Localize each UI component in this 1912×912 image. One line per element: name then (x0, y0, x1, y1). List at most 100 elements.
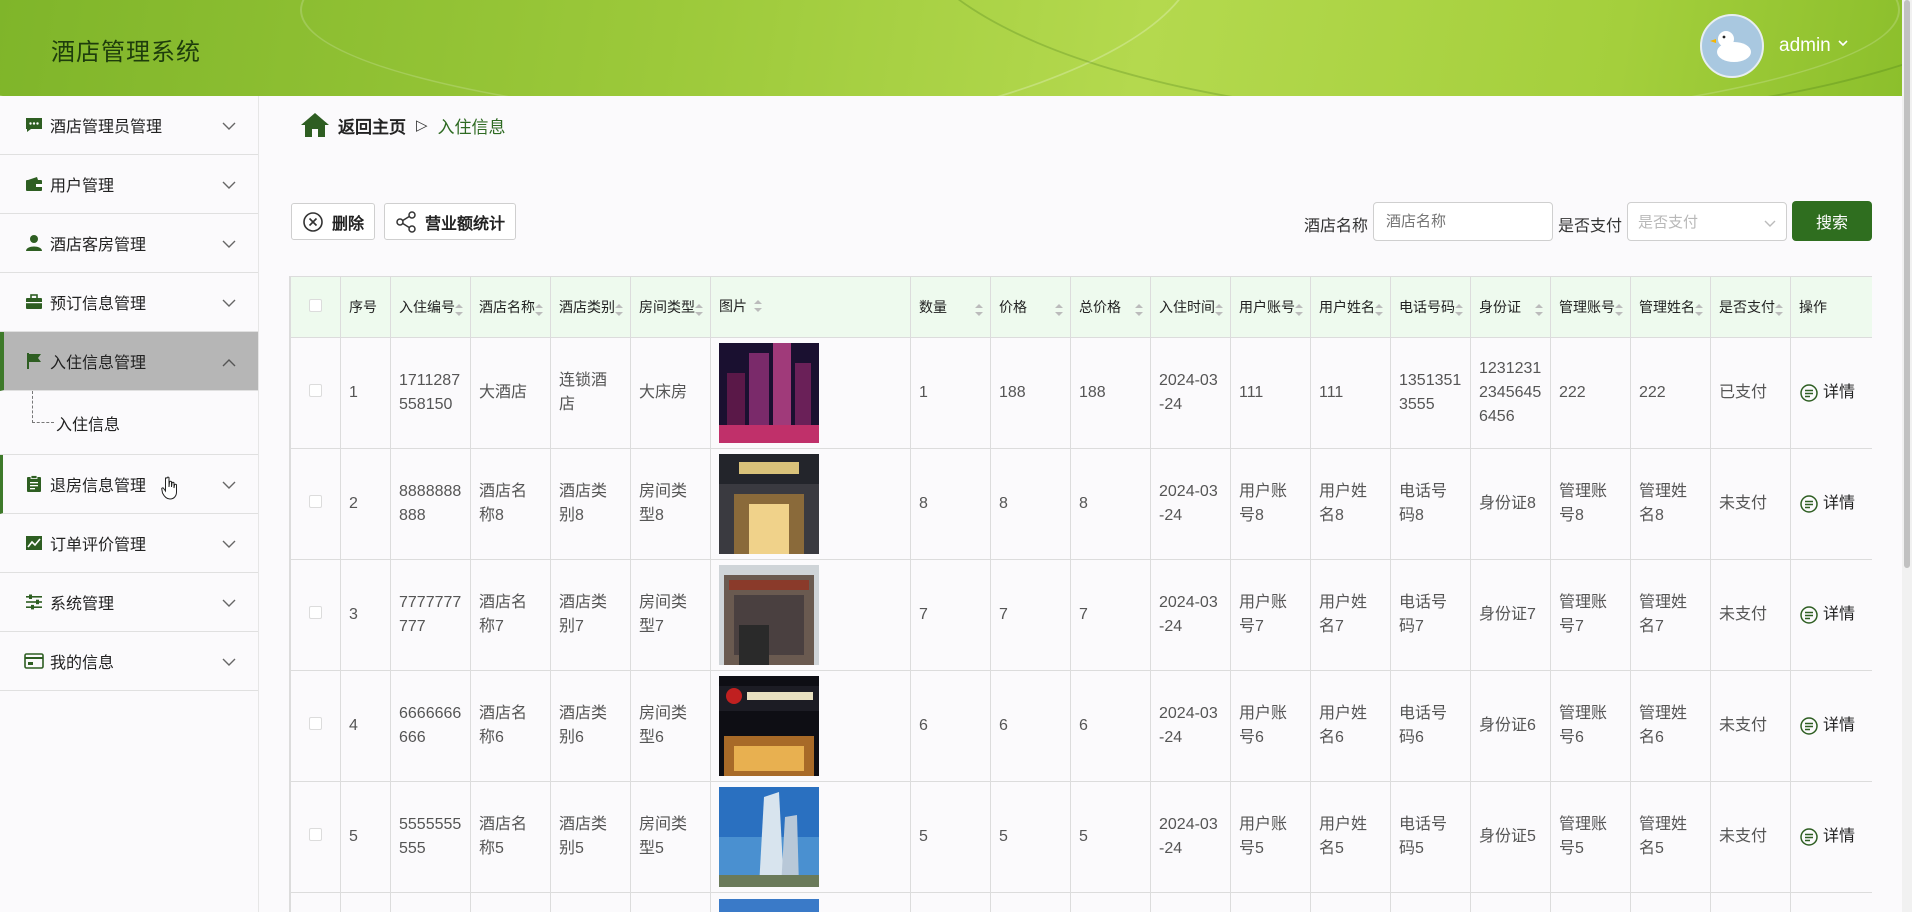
sidebar-item-my-info[interactable]: 我的信息 (0, 632, 258, 691)
cell-category: 连锁酒店 (550, 337, 631, 449)
select-all-checkbox-cell[interactable] (290, 276, 341, 338)
sort-icon[interactable] (694, 301, 704, 323)
sort-icon[interactable] (753, 297, 763, 319)
table-row[interactable]: 4 6666666666 酒店名称6 酒店类别6 房间类型6 6 6 6 202… (290, 670, 1872, 782)
detail-button[interactable]: 详情 (1799, 714, 1866, 738)
column-header[interactable]: 身份证 (1470, 276, 1551, 338)
table-row[interactable]: 3 7777777777 酒店名称7 酒店类别7 房间类型7 7 7 7 202… (290, 559, 1872, 671)
sidebar-item-system[interactable]: 系统管理 (0, 573, 258, 632)
column-header[interactable]: 入住时间 (1150, 276, 1231, 338)
column-header[interactable]: 酒店类别 (550, 276, 631, 338)
sort-icon[interactable] (1374, 301, 1384, 323)
row-checkbox-cell[interactable] (290, 670, 341, 782)
sort-icon[interactable] (1054, 301, 1064, 323)
table-row[interactable] (290, 892, 1872, 912)
sort-icon[interactable] (614, 301, 624, 323)
column-header[interactable]: 用户账号 (1230, 276, 1311, 338)
column-header[interactable]: 电话号码 (1390, 276, 1471, 338)
cell-user-name: 用户姓名8 (1310, 448, 1391, 560)
column-header[interactable]: 是否支付 (1710, 276, 1791, 338)
cell-phone: 电话号码8 (1390, 448, 1471, 560)
chevron-down-icon[interactable] (1838, 36, 1848, 50)
paid-status-select[interactable]: 是否支付 (1627, 202, 1787, 241)
column-header[interactable]: 用户姓名 (1310, 276, 1391, 338)
row-checkbox-cell[interactable] (290, 892, 341, 912)
row-checkbox-cell[interactable] (290, 559, 341, 671)
row-checkbox-cell[interactable] (290, 448, 341, 560)
close-circle-icon (303, 211, 323, 232)
row-checkbox[interactable] (309, 828, 322, 841)
row-checkbox[interactable] (309, 717, 322, 730)
row-checkbox-cell[interactable] (290, 337, 341, 449)
sidebar-item-bookings[interactable]: 预订信息管理 (0, 273, 258, 332)
sidebar-item-label: 预订信息管理 (50, 296, 147, 313)
column-header[interactable]: 价格 (990, 276, 1071, 338)
detail-button[interactable]: 详情 (1799, 825, 1866, 849)
detail-button[interactable]: 详情 (1799, 381, 1866, 405)
column-header[interactable]: 管理姓名 (1630, 276, 1711, 338)
column-header-label: 电话号码 (1399, 299, 1455, 315)
hotel-photo[interactable] (719, 899, 819, 912)
sort-icon[interactable] (1694, 301, 1704, 323)
sidebar-item-hotel-admin[interactable]: 酒店管理员管理 (0, 96, 258, 155)
column-header[interactable]: 酒店名称 (470, 276, 551, 338)
sidebar-item-checkin[interactable]: 入住信息管理 (0, 332, 258, 391)
cell-time: 2024-03-24 (1150, 781, 1231, 893)
avatar[interactable] (1700, 14, 1764, 78)
hotel-photo[interactable] (719, 787, 819, 887)
sidebar-item-checkout[interactable]: 退房信息管理 (0, 455, 258, 514)
hotel-photo[interactable] (719, 454, 819, 554)
detail-icon (1800, 384, 1818, 402)
sort-icon[interactable] (1134, 301, 1144, 323)
row-checkbox-cell[interactable] (290, 781, 341, 893)
breadcrumb-home-link[interactable]: 返回主页 (338, 113, 406, 138)
row-checkbox[interactable] (309, 606, 322, 619)
sort-icon[interactable] (1214, 301, 1224, 323)
column-header[interactable]: 入住编号 (390, 276, 471, 338)
sort-icon[interactable] (534, 301, 544, 323)
detail-label: 详情 (1823, 384, 1856, 401)
sort-icon[interactable] (1774, 301, 1784, 323)
home-icon[interactable] (300, 112, 330, 138)
sort-icon[interactable] (454, 301, 464, 323)
sort-icon[interactable] (1614, 301, 1624, 323)
sort-icon[interactable] (1454, 301, 1464, 323)
column-header[interactable]: 总价格 (1070, 276, 1151, 338)
cell-total: 5 (1070, 781, 1151, 893)
sort-icon[interactable] (1534, 301, 1544, 323)
row-checkbox[interactable] (309, 495, 322, 508)
select-all-checkbox[interactable] (309, 299, 322, 312)
hotel-photo[interactable] (719, 676, 819, 776)
detail-label: 详情 (1823, 717, 1856, 734)
sidebar-subitem-checkin-info[interactable]: 入住信息 (0, 391, 258, 455)
page-scrollbar[interactable] (1902, 0, 1912, 912)
delete-button[interactable]: 删除 (291, 203, 376, 240)
hotel-photo[interactable] (719, 343, 819, 443)
clipboard-icon (24, 474, 44, 494)
detail-button[interactable]: 详情 (1799, 603, 1866, 627)
sliders-icon (24, 592, 44, 612)
sidebar-item-rooms[interactable]: 酒店客房管理 (0, 214, 258, 273)
search-button[interactable]: 搜索 (1792, 201, 1872, 241)
cell-time: 2024-03-24 (1150, 670, 1231, 782)
column-header-label: 用户姓名 (1319, 299, 1375, 315)
column-header[interactable]: 图片 (710, 276, 911, 338)
scrollbar-thumb[interactable] (1904, 0, 1910, 568)
sidebar-item-users[interactable]: 用户管理 (0, 155, 258, 214)
column-header[interactable]: 房间类型 (630, 276, 711, 338)
table-row[interactable]: 1 1711287558150 大酒店 连锁酒店 大床房 1 188 188 2… (290, 337, 1872, 449)
revenue-stats-button[interactable]: 营业额统计 (384, 203, 517, 240)
row-checkbox[interactable] (309, 384, 322, 397)
cell-price: 188 (990, 337, 1071, 449)
hotel-name-input[interactable] (1373, 202, 1553, 241)
table-row[interactable]: 5 5555555555 酒店名称5 酒店类别5 房间类型5 5 5 5 202… (290, 781, 1872, 893)
sidebar-item-reviews[interactable]: 订单评价管理 (0, 514, 258, 573)
sort-icon[interactable] (974, 301, 984, 323)
user-name[interactable]: admin (1779, 35, 1831, 57)
table-row[interactable]: 2 8888888888 酒店名称8 酒店类别8 房间类型8 8 8 8 202… (290, 448, 1872, 560)
detail-button[interactable]: 详情 (1799, 492, 1866, 516)
sort-icon[interactable] (1294, 301, 1304, 323)
column-header[interactable]: 数量 (910, 276, 991, 338)
hotel-photo[interactable] (719, 565, 819, 665)
column-header[interactable]: 管理账号 (1550, 276, 1631, 338)
